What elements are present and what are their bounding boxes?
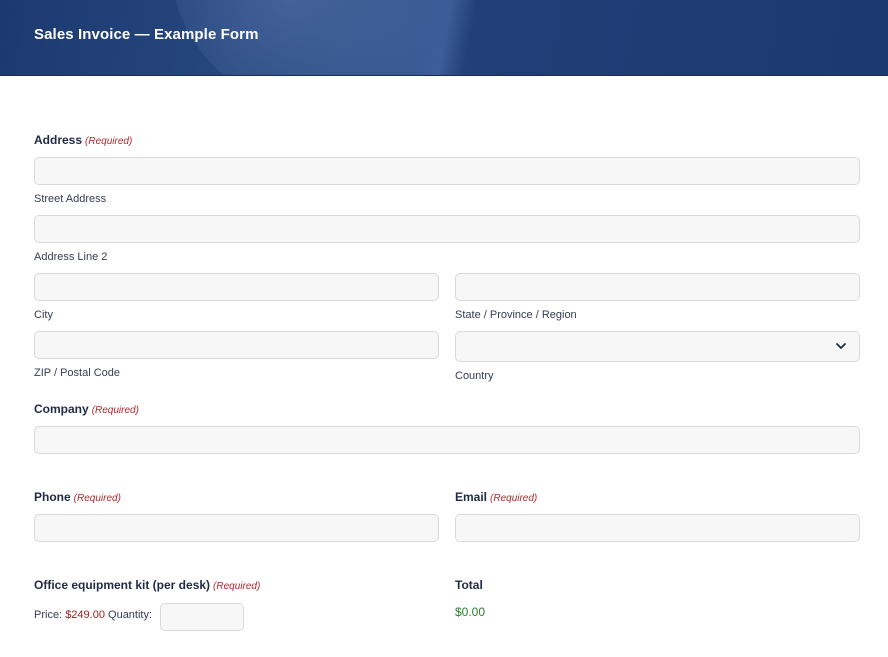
state-input[interactable] [455, 273, 860, 301]
country-select[interactable] [455, 331, 860, 362]
price-prefix: Price: [34, 609, 63, 621]
required-marker: (Required) [85, 136, 133, 147]
address-label: Address (Required) [34, 133, 132, 147]
product-price-line: Price: $249.00 Quantity: [34, 609, 152, 621]
product-price: $249.00 [65, 609, 105, 621]
form-header: Sales Invoice — Example Form [0, 0, 888, 76]
city-sublabel: City [34, 309, 53, 321]
street-address-sublabel: Street Address [34, 193, 107, 205]
required-marker: (Required) [91, 405, 139, 416]
required-marker: (Required) [73, 493, 121, 504]
address-line-2-input[interactable] [34, 215, 860, 243]
product-label-text: Office equipment kit (per desk) [34, 578, 211, 592]
phone-label-text: Phone [34, 490, 71, 504]
required-marker: (Required) [490, 493, 538, 504]
company-label: Company (Required) [34, 402, 139, 416]
company-input[interactable] [34, 426, 860, 454]
state-sublabel: State / Province / Region [455, 309, 577, 321]
product-label: Office equipment kit (per desk) (Required… [34, 578, 260, 592]
email-input[interactable] [455, 514, 860, 542]
quantity-label: Quantity: [108, 609, 153, 621]
email-label: Email (Required) [455, 490, 537, 504]
zip-input[interactable] [34, 331, 439, 359]
address-line-2-sublabel: Address Line 2 [34, 251, 108, 263]
phone-label: Phone (Required) [34, 490, 121, 504]
page-title: Sales Invoice — Example Form [34, 26, 259, 43]
chevron-down-icon [836, 343, 846, 349]
total-value: $0.00 [455, 605, 486, 619]
address-label-text: Address [34, 133, 83, 147]
city-input[interactable] [34, 273, 439, 301]
zip-sublabel: ZIP / Postal Code [34, 367, 121, 379]
street-address-input[interactable] [34, 157, 860, 185]
phone-input[interactable] [34, 514, 439, 542]
total-label: Total [455, 578, 483, 592]
company-label-text: Company [34, 402, 89, 416]
email-label-text: Email [455, 490, 488, 504]
quantity-input[interactable] [160, 603, 244, 631]
required-marker: (Required) [213, 581, 261, 592]
country-sublabel: Country [455, 370, 494, 382]
